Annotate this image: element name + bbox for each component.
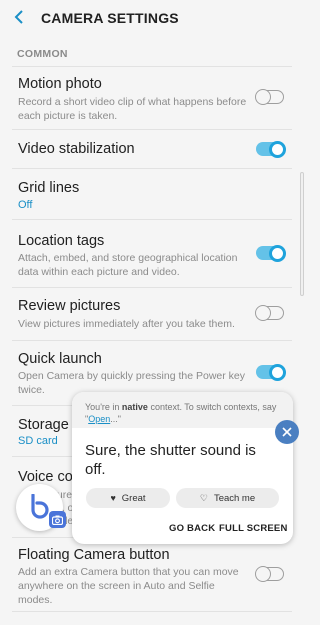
video-stabilization-toggle[interactable] — [256, 140, 286, 158]
setting-label: Grid lines — [18, 180, 80, 196]
app-bar: CAMERA SETTINGS — [0, 0, 304, 36]
context-hint: You're in native context. To switch cont… — [85, 401, 285, 425]
hint-bold: native — [121, 402, 148, 412]
review-pictures-toggle[interactable] — [255, 304, 284, 321]
great-label: Great — [121, 492, 146, 504]
setting-label: Quick launch — [18, 351, 102, 367]
setting-value: Off — [18, 199, 33, 211]
setting-grid-lines[interactable]: Grid lines Off — [0, 169, 304, 219]
section-header-common: COMMON — [17, 48, 68, 60]
motion-photo-toggle[interactable] — [255, 88, 284, 105]
setting-description: View pictures immediately after you take… — [18, 318, 235, 330]
location-tags-toggle[interactable] — [256, 244, 286, 262]
great-button[interactable]: ♥ Great — [86, 488, 170, 508]
setting-label: Review pictures — [18, 298, 121, 314]
setting-description: Add an extra Camera button that you can … — [18, 566, 239, 606]
setting-label: Video stabilization — [18, 141, 135, 157]
teach-me-label: Teach me — [213, 492, 256, 504]
setting-location-tags[interactable]: Location tags Attach, embed, and store g… — [0, 220, 304, 286]
go-back-button[interactable]: GO BACK — [169, 523, 215, 534]
setting-motion-photo[interactable]: Motion photo Record a short video clip o… — [0, 66, 304, 130]
setting-description: Record a short video clip of what happen… — [18, 96, 247, 122]
teach-me-button[interactable]: ♡ Teach me — [176, 488, 279, 508]
setting-label: Storage l — [18, 417, 77, 433]
setting-description: Attach, embed, and store geographical lo… — [18, 252, 238, 278]
setting-label: Motion photo — [18, 76, 102, 92]
setting-label: Location tags — [18, 233, 105, 249]
hint-text: ..." — [110, 414, 121, 424]
hint-text: You're in — [85, 402, 122, 412]
back-chevron-icon[interactable] — [14, 9, 28, 27]
heart-filled-icon: ♥ — [110, 493, 116, 503]
full-screen-button[interactable]: FULL SCREEN — [219, 523, 288, 534]
setting-label: Voice co — [18, 469, 73, 485]
floating-camera-toggle[interactable] — [255, 565, 284, 582]
quick-launch-toggle[interactable] — [256, 363, 286, 381]
edge-panel-handle[interactable] — [300, 172, 304, 296]
heart-outline-icon: ♡ — [199, 492, 208, 503]
setting-video-stabilization[interactable]: Video stabilization — [0, 130, 304, 168]
bixby-popup: You're in native context. To switch cont… — [72, 392, 293, 544]
page-title: CAMERA SETTINGS — [41, 10, 179, 26]
hint-open-link[interactable]: Open — [88, 414, 110, 424]
divider — [12, 611, 292, 612]
setting-floating-camera-button[interactable]: Floating Camera button Add an extra Came… — [0, 538, 304, 608]
setting-label: Floating Camera button — [18, 547, 170, 563]
close-icon[interactable] — [275, 420, 299, 444]
camera-badge-icon — [49, 511, 66, 528]
bixby-response: Sure, the shutter sound is off. — [85, 442, 256, 478]
setting-value: SD card — [18, 435, 58, 447]
bixby-logo-icon — [31, 494, 49, 519]
setting-review-pictures[interactable]: Review pictures View pictures immediatel… — [0, 288, 304, 340]
